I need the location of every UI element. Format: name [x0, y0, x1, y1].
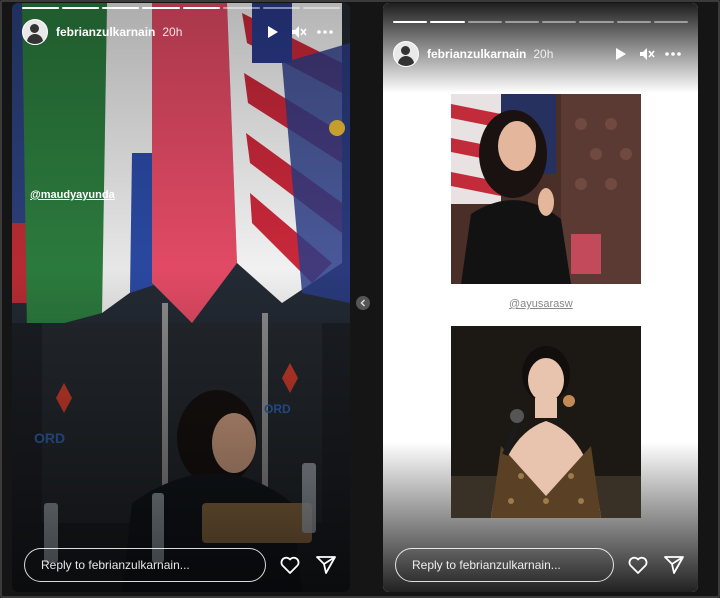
heart-icon[interactable] — [278, 553, 302, 577]
mute-icon[interactable] — [290, 23, 308, 41]
timestamp: 20h — [533, 47, 554, 61]
send-icon[interactable] — [662, 553, 686, 577]
reply-input[interactable]: Reply to febrianzulkarnain... — [395, 548, 614, 582]
reply-input[interactable]: Reply to febrianzulkarnain... — [24, 548, 266, 582]
mention-tag[interactable]: @ayusarasw — [509, 298, 573, 310]
story-left-photo: ORD ORD — [12, 3, 350, 592]
play-icon[interactable] — [612, 45, 630, 63]
story-left[interactable]: ORD ORD febrianzulkarnain 20h @maudyayun… — [12, 3, 350, 592]
story-progress — [393, 21, 688, 23]
timestamp: 20h — [162, 25, 183, 39]
photo-speaker-bottom — [451, 326, 641, 518]
more-icon[interactable] — [664, 45, 682, 63]
username[interactable]: febrianzulkarnain — [427, 47, 526, 61]
avatar[interactable] — [22, 19, 48, 45]
chevron-left-icon[interactable] — [356, 296, 370, 310]
more-icon[interactable] — [316, 23, 334, 41]
play-icon[interactable] — [264, 23, 282, 41]
send-icon[interactable] — [314, 553, 338, 577]
story-header: febrianzulkarnain 20h — [22, 19, 334, 45]
mention-tag[interactable]: @maudyayunda — [30, 189, 115, 201]
story-header: febrianzulkarnain 20h — [393, 41, 682, 67]
mute-icon[interactable] — [638, 45, 656, 63]
story-progress — [22, 7, 340, 9]
photo-speaker-top — [451, 94, 641, 284]
heart-icon[interactable] — [626, 553, 650, 577]
reply-bar: Reply to febrianzulkarnain... — [395, 548, 686, 582]
story-right[interactable]: febrianzulkarnain 20h @ayusarasw Reply t… — [383, 3, 698, 592]
username[interactable]: febrianzulkarnain — [56, 25, 155, 39]
avatar[interactable] — [393, 41, 419, 67]
reply-bar: Reply to febrianzulkarnain... — [24, 548, 338, 582]
